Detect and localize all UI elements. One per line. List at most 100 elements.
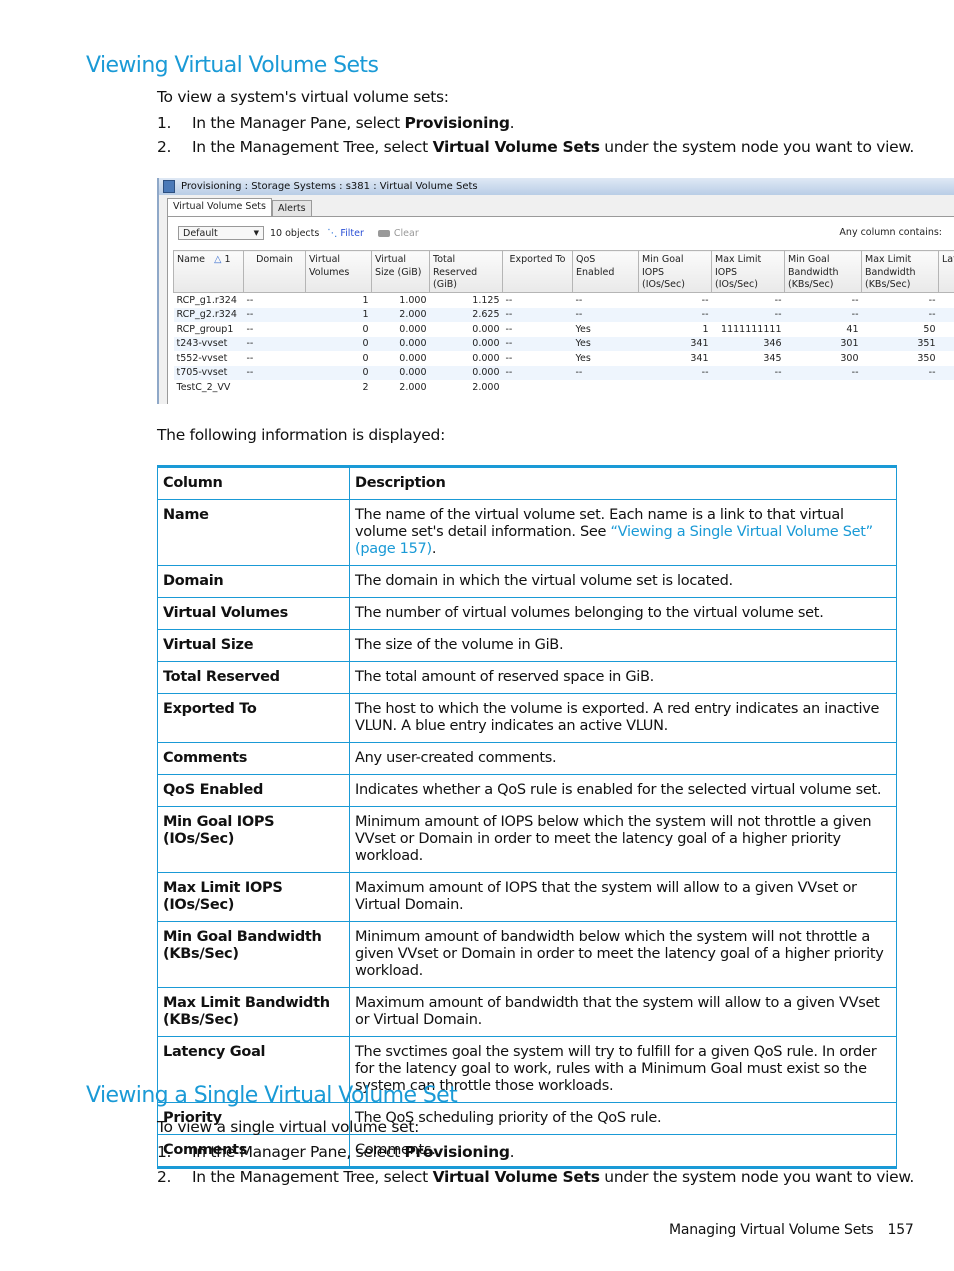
grid-cell: 1 [305, 307, 372, 322]
grid-row[interactable]: RCP_group1 -- 0 0.000 0.000 -- Yes 1 1111111111 4… [174, 322, 954, 337]
grid-cell: -- [246, 352, 254, 364]
col-header-virtual-volumes[interactable]: Virtual Volumes [305, 250, 372, 293]
grid-cell[interactable]: RCP_g2.r324 [173, 307, 244, 322]
table-row: QoS Enabled Indicates whether a QoS rule … [157, 774, 897, 807]
provisioning-icon [163, 180, 175, 193]
grid-cell: 1111111111 [721, 323, 782, 335]
grid-cell [862, 380, 939, 395]
grid-cell [938, 336, 954, 351]
grid-cell: -- [851, 294, 859, 306]
table-row: Virtual Size The size of the volume in Gi… [157, 629, 897, 662]
col-header-latency[interactable]: Lat [938, 250, 954, 293]
col-header-qos-enabled[interactable]: QoS Enabled [572, 250, 639, 293]
grid-cell: 2.000 [399, 381, 427, 393]
grid-row[interactable]: t243-vvset -- 0 0.000 0.000 -- Yes 341 346 301 351 [173, 336, 954, 351]
page-footer: Managing Virtual Volume Sets 157 [669, 1222, 914, 1238]
step-text: In the Manager Pane, select [192, 1143, 405, 1161]
grid-cell: -- [502, 336, 573, 351]
tab-virtual-volume-sets[interactable]: Virtual Volume Sets [167, 198, 272, 216]
step-number: 2. [157, 1168, 172, 1186]
column-name-cell: Max Limit Bandwidth (KBs/Sec) [157, 987, 350, 1037]
following-text: The following information is displayed: [157, 426, 445, 444]
step-2-s2: 2. In the Management Tree, select Virtual… [157, 1168, 914, 1186]
col-header-virtual-size[interactable]: Virtual Size (GiB) [371, 250, 430, 293]
grid-row[interactable]: t552-vvset -- 0 0.000 0.000 -- Yes 341 345 300 350 [174, 351, 954, 366]
grid-cell[interactable]: RCP_g1.r324 [174, 293, 244, 308]
tab-alerts[interactable]: Alerts [271, 200, 312, 216]
object-count: 10 objects [270, 227, 320, 239]
chevron-down-icon: ▼ [253, 229, 259, 237]
filter-button[interactable]: ⋱ Filter [327, 228, 364, 239]
description-cell: The number of virtual volumes belonging … [349, 597, 897, 630]
grid-cell [785, 380, 862, 395]
grid-row[interactable]: RCP_g1.r324 -- 1 1.000 1.125 -- -- -- -- -- -- [174, 293, 954, 308]
description-cell: The size of the volume in GiB. [349, 629, 897, 662]
step-text: In the Management Tree, select [192, 138, 433, 156]
grid-cell: 0.000 [429, 365, 503, 380]
grid-cell: 0.000 [371, 336, 430, 351]
grid-cell[interactable]: TestC_2_VV [174, 380, 244, 395]
table-row: Min Goal IOPS (IOs/Sec) Minimum amount of… [157, 806, 897, 873]
col-header-min-goal-iops[interactable]: Min Goal IOPS (IOs/Sec) [638, 250, 712, 293]
step-text-end: under the system node you want to view. [599, 1168, 914, 1186]
description-text: Maximum amount of bandwidth that the sys… [355, 995, 880, 1028]
table-row: Domain The domain in which the virtual vo… [157, 565, 897, 598]
table-row: Exported To The host to which the volume … [157, 693, 897, 743]
column-name-cell: Min Goal IOPS (IOs/Sec) [157, 806, 350, 873]
grid-cell [938, 365, 954, 380]
view-select[interactable]: Default ▼ [178, 226, 264, 240]
sort-order: 1 [224, 254, 231, 265]
content-panel: Default ▼ 10 objects ⋱ Filter Clear Any … [167, 216, 954, 404]
clear-button[interactable]: Clear [377, 228, 419, 239]
col-header-min-goal-bandwidth[interactable]: Min Goal Bandwidth (KBs/Sec) [784, 250, 862, 293]
column-name-cell: Comments [157, 742, 350, 775]
grid-cell [939, 322, 954, 337]
grid-cell: 1.000 [399, 294, 427, 306]
col-header-total-reserved[interactable]: Total Reserved (GiB) [429, 250, 503, 293]
description-cell: Minimum amount of bandwidth below which … [349, 921, 897, 988]
sort-ascending-icon: △ [214, 254, 222, 265]
grid-cell [503, 380, 573, 395]
table-row: Virtual Volumes The number of virtual vol… [157, 597, 897, 630]
description-cell: The domain in which the virtual volume s… [349, 565, 897, 598]
filter-icon: ⋱ [327, 227, 338, 239]
grid-row[interactable]: TestC_2_VV 2 2.000 2.000 [174, 380, 954, 395]
any-column-label: Any column contains: [839, 227, 942, 238]
description-text: The total amount of reserved space in Gi… [355, 669, 654, 685]
grid-cell[interactable]: t705-vvset [173, 365, 244, 380]
grid-cell[interactable]: t243-vvset [173, 336, 244, 351]
col-header-domain[interactable]: Domain [243, 250, 306, 293]
col-header-name[interactable]: Name △ 1 [173, 250, 244, 293]
eraser-icon [377, 229, 390, 237]
grid-cell: -- [861, 365, 939, 380]
description-text: Minimum amount of bandwidth below which … [355, 929, 884, 979]
grid-row[interactable]: RCP_g2.r324 -- 1 2.000 2.625 -- -- -- -- -- -- [173, 307, 954, 322]
step-2: 2. In the Management Tree, select Virtual… [157, 138, 914, 156]
grid-cell [939, 351, 954, 366]
grid-cell: -- [861, 307, 939, 322]
tab-bar: Virtual Volume Sets Alerts [167, 198, 312, 216]
grid-row[interactable]: t705-vvset -- 0 0.000 0.000 -- -- -- -- -- -- [173, 365, 954, 380]
grid-cell [639, 380, 712, 395]
grid-cell: 346 [711, 336, 785, 351]
step-1-s2: 1. In the Manager Pane, select Provisioni… [157, 1143, 515, 1161]
grid-cell: -- [505, 323, 513, 335]
grid-cell: 2.000 [371, 307, 430, 322]
grid-cell: 0.000 [472, 352, 500, 364]
grid-cell: -- [784, 307, 862, 322]
col-header-exported-to[interactable]: Exported To [502, 250, 573, 293]
grid-cell: 0.000 [399, 323, 427, 335]
grid-cell[interactable]: t552-vvset [174, 351, 244, 366]
intro-text: To view a system's virtual volume sets: [157, 88, 449, 106]
step-text: In the Management Tree, select [192, 1168, 433, 1186]
grid-cell: -- [246, 323, 254, 335]
step-bold: Virtual Volume Sets [432, 1168, 600, 1186]
intro-text-2: To view a single virtual volume set: [157, 1118, 420, 1136]
col-header-max-limit-iops[interactable]: Max Limit IOPS (IOs/Sec) [711, 250, 785, 293]
description-text: The domain in which the virtual volume s… [355, 573, 733, 589]
grid-cell[interactable]: RCP_group1 [174, 322, 244, 337]
grid-cell: 301 [784, 336, 862, 351]
grid-cell [939, 380, 954, 395]
col-header-max-limit-bandwidth[interactable]: Max Limit Bandwidth (KBs/Sec) [861, 250, 939, 293]
grid-cell: 1 [362, 294, 369, 306]
